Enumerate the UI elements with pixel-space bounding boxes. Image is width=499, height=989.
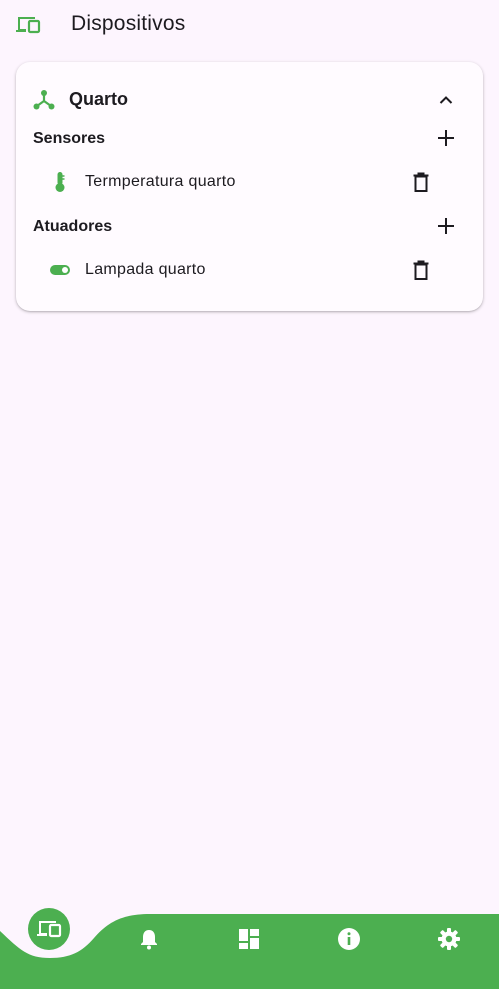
devices-icon <box>37 921 62 938</box>
thermometer-icon <box>55 172 65 192</box>
item-label: Lampada quarto <box>85 261 206 278</box>
hub-icon <box>33 90 55 110</box>
group-card: Quarto Sensores Termperatura quarto Atua… <box>16 62 483 311</box>
bell-icon[interactable] <box>137 927 161 951</box>
group-title: Quarto <box>69 89 129 109</box>
bottom-navigation <box>0 900 499 989</box>
section-title-sensores: Sensores <box>33 130 106 147</box>
gear-icon[interactable] <box>437 927 461 951</box>
section-title-atuadores: Atuadores <box>33 218 113 235</box>
app-bar: Dispositivos <box>0 0 499 50</box>
item-label: Termperatura quarto <box>85 173 236 190</box>
nav-devices-button[interactable] <box>28 908 70 950</box>
trash-icon[interactable] <box>410 171 432 193</box>
chevron-up-icon[interactable] <box>434 88 458 112</box>
dashboard-icon[interactable] <box>237 927 261 951</box>
devices-icon <box>16 17 41 34</box>
info-icon[interactable] <box>337 927 361 951</box>
list-item[interactable]: Termperatura quarto <box>16 167 483 197</box>
page-title: Dispositivos <box>71 12 186 35</box>
group-header[interactable]: Quarto <box>16 82 483 116</box>
add-actuator-button[interactable] <box>433 213 459 239</box>
list-item[interactable]: Lampada quarto <box>16 255 483 285</box>
trash-icon[interactable] <box>410 259 432 281</box>
add-sensor-button[interactable] <box>433 125 459 151</box>
toggle-on-icon <box>50 265 70 275</box>
